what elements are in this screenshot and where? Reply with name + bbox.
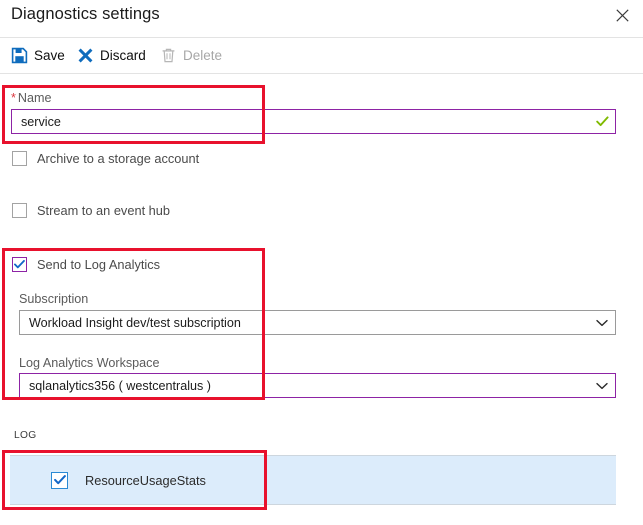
archive-storage-checkbox[interactable] [12, 151, 27, 166]
save-button[interactable]: Save [11, 38, 65, 73]
workspace-label: Log Analytics Workspace [19, 356, 159, 370]
save-button-label: Save [34, 48, 65, 63]
checkmark-icon [589, 116, 615, 127]
command-toolbar: Save Discard Delete [0, 38, 643, 73]
subscription-dropdown[interactable]: Workload Insight dev/test subscription [19, 310, 616, 335]
log-section-heading: LOG [14, 430, 37, 441]
subscription-label: Subscription [19, 292, 88, 306]
stream-event-hub-checkbox-row[interactable]: Stream to an event hub [12, 200, 170, 220]
diagnostics-settings-blade: Diagnostics settings Save [0, 0, 643, 525]
save-floppy-icon [11, 47, 28, 64]
discard-button[interactable]: Discard [77, 38, 146, 73]
name-input[interactable]: service [11, 109, 616, 134]
chevron-down-icon [589, 382, 615, 390]
toolbar-divider [0, 73, 643, 74]
delete-button: Delete [160, 38, 222, 73]
subscription-value: Workload Insight dev/test subscription [20, 316, 589, 330]
discard-button-label: Discard [100, 48, 146, 63]
name-field-label: *Name [11, 91, 52, 105]
page-title: Diagnostics settings [11, 5, 160, 24]
workspace-value: sqlanalytics356 ( westcentralus ) [20, 379, 589, 393]
name-label-text: Name [18, 91, 52, 105]
send-log-analytics-checkbox[interactable] [12, 257, 27, 272]
chevron-down-icon [589, 319, 615, 327]
resource-usage-stats-label: ResourceUsageStats [85, 473, 206, 488]
log-category-row[interactable]: ResourceUsageStats [10, 455, 616, 505]
close-icon[interactable] [610, 3, 634, 27]
stream-event-hub-checkbox[interactable] [12, 203, 27, 218]
archive-storage-checkbox-row[interactable]: Archive to a storage account [12, 148, 199, 168]
blade-header: Diagnostics settings [0, 0, 643, 37]
stream-event-hub-label: Stream to an event hub [37, 203, 170, 218]
send-log-analytics-checkbox-row[interactable]: Send to Log Analytics [12, 254, 160, 274]
workspace-dropdown[interactable]: sqlanalytics356 ( westcentralus ) [19, 373, 616, 398]
send-log-analytics-label: Send to Log Analytics [37, 257, 160, 272]
name-input-value: service [12, 115, 589, 129]
discard-x-icon [77, 47, 94, 64]
delete-trash-icon [160, 47, 177, 64]
delete-button-label: Delete [183, 48, 222, 63]
resource-usage-stats-checkbox[interactable] [51, 472, 68, 489]
archive-storage-label: Archive to a storage account [37, 151, 199, 166]
required-marker: * [11, 91, 16, 105]
